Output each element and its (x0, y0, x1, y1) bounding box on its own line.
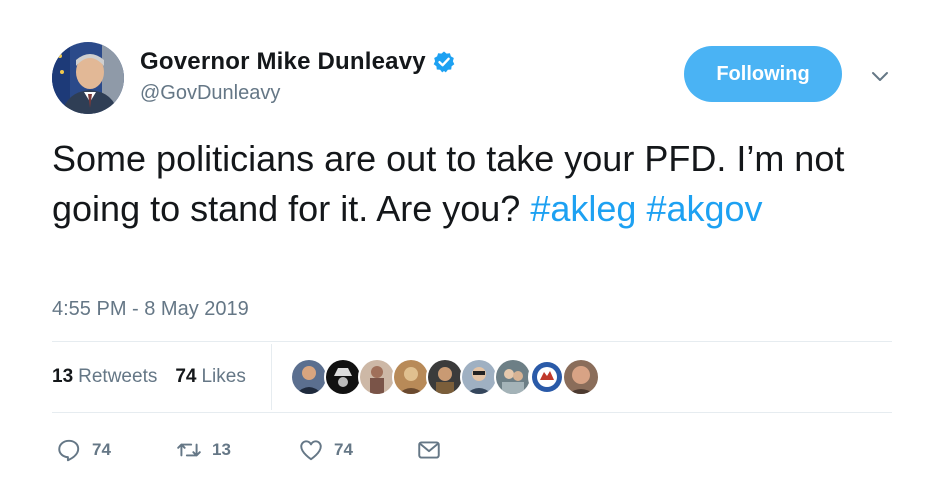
retweets-stat[interactable]: 13 Retweets (52, 366, 157, 388)
hashtag-link[interactable]: #akgov (646, 188, 762, 229)
envelope-icon (418, 441, 440, 459)
author-display-name[interactable]: Governor Mike Dunleavy (140, 48, 426, 76)
liker-avatar[interactable] (460, 358, 498, 396)
liker-avatar[interactable] (324, 358, 362, 396)
reply-count: 74 (92, 440, 111, 459)
retweet-count: 13 (212, 440, 231, 459)
tweet-text: Some politicians are out to take your PF… (52, 134, 912, 234)
chevron-down-icon[interactable] (868, 64, 892, 88)
likes-count: 74 (175, 366, 197, 387)
following-button[interactable]: Following (684, 46, 842, 102)
verified-badge-icon (432, 50, 456, 74)
tweet-header: Governor Mike Dunleavy @GovDunleavy Foll… (52, 42, 902, 116)
liker-avatar[interactable] (562, 358, 600, 396)
divider (52, 412, 892, 413)
author-handle[interactable]: @GovDunleavy (140, 82, 456, 105)
liker-avatar[interactable] (426, 358, 464, 396)
stats-separator (271, 344, 272, 410)
profile-avatar[interactable] (52, 42, 124, 114)
reply-button[interactable]: 74 (56, 436, 111, 464)
like-count: 74 (334, 440, 353, 459)
retweets-label: Retweets (78, 366, 158, 387)
reply-icon (58, 439, 80, 462)
tweet-timestamp[interactable]: 4:55 PM - 8 May 2019 (52, 298, 249, 321)
heart-icon (300, 440, 322, 461)
divider (52, 341, 892, 342)
author-info: Governor Mike Dunleavy @GovDunleavy (140, 48, 456, 105)
engagement-stats: 13 Retweets 74 Likes (52, 366, 264, 388)
likes-stat[interactable]: 74 Likes (175, 366, 246, 388)
tweet-actions: 74 13 74 (52, 436, 472, 466)
avatar-photo-icon (52, 42, 124, 114)
liker-avatar[interactable] (290, 358, 328, 396)
retweet-button[interactable]: 13 (176, 436, 231, 464)
liker-avatar[interactable] (392, 358, 430, 396)
hashtag-link[interactable]: #akleg (530, 188, 636, 229)
liker-avatar[interactable] (358, 358, 396, 396)
liker-avatar[interactable] (528, 358, 566, 396)
retweet-icon (177, 443, 201, 457)
likes-label: Likes (201, 366, 246, 387)
direct-message-button[interactable] (416, 436, 442, 464)
like-button[interactable]: 74 (298, 436, 353, 464)
retweets-count: 13 (52, 366, 74, 387)
liker-avatar[interactable] (494, 358, 532, 396)
